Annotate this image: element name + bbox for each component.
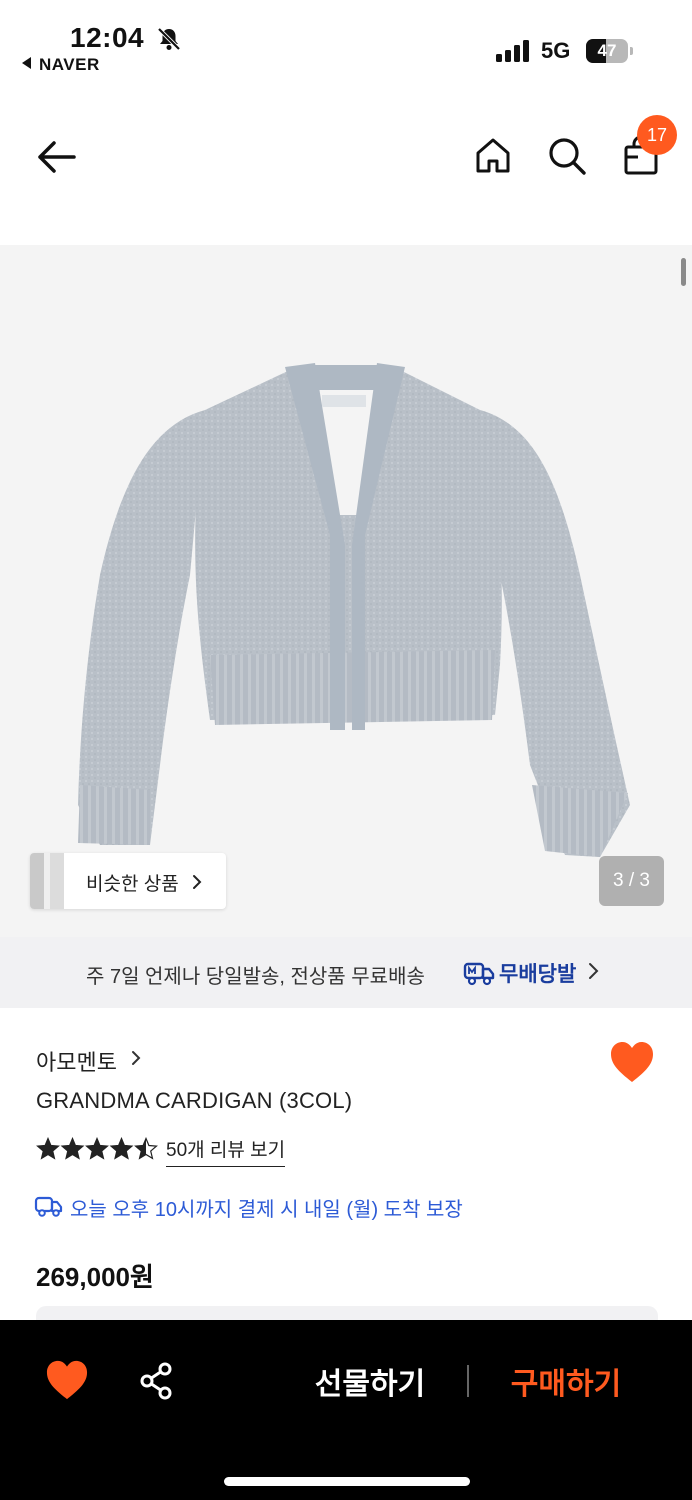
buy-button[interactable]: 구매하기 xyxy=(496,1358,636,1404)
chevron-right-icon xyxy=(132,1051,141,1065)
back-button[interactable] xyxy=(30,135,82,179)
arrow-left-icon xyxy=(38,141,76,173)
product-image-gallery[interactable] xyxy=(0,245,692,937)
home-icon xyxy=(476,138,510,173)
scroll-indicator xyxy=(681,258,686,286)
similar-products-label: 비슷한 상품 xyxy=(86,874,179,895)
share-button[interactable] xyxy=(137,1360,177,1402)
product-title: GRANDMA CARDIGAN (3COL) xyxy=(36,1088,353,1113)
status-bar: 12:04 NAVER 5G 47 xyxy=(0,0,692,90)
star-icon xyxy=(62,1138,83,1159)
cellular-signal-icon xyxy=(496,40,529,62)
delivery-guarantee-text: 오늘 오후 10시까지 결제 시 내일 (월) 도착 보장 xyxy=(70,1199,463,1221)
free-shipping-badge: 무배당발 xyxy=(499,963,577,986)
heart-icon xyxy=(611,1042,653,1082)
delivery-truck-icon xyxy=(463,962,495,986)
battery-icon: 47 xyxy=(586,39,628,63)
chevron-right-icon xyxy=(589,963,599,979)
home-indicator[interactable] xyxy=(224,1477,470,1486)
status-time: 12:04 xyxy=(70,22,145,53)
shipping-banner-text: 주 7일 언제나 당일발송, 전상품 무료배송 xyxy=(86,966,425,988)
bottom-action-bar xyxy=(0,1320,692,1500)
star-icon xyxy=(111,1138,132,1159)
product-price: 269,000원 xyxy=(36,1262,154,1292)
bell-off-icon xyxy=(157,27,181,51)
bottom-wishlist-button[interactable] xyxy=(44,1359,90,1401)
product-photo-cardigan xyxy=(78,363,630,857)
chevron-right-icon xyxy=(193,875,202,889)
star-icon xyxy=(37,1138,59,1159)
network-type: 5G xyxy=(541,38,571,63)
brand-link[interactable]: 아모멘토 xyxy=(36,1045,117,1077)
home-button[interactable] xyxy=(470,133,516,179)
cart-count-badge: 17 xyxy=(637,115,677,155)
battery-cap xyxy=(630,47,633,55)
gift-button[interactable]: 선물하기 xyxy=(300,1358,440,1404)
back-app-label: NAVER xyxy=(39,55,100,74)
back-triangle-icon xyxy=(22,57,31,69)
delivery-truck-icon xyxy=(34,1196,63,1217)
battery-level: 47 xyxy=(597,41,617,60)
image-page-indicator: 3 / 3 xyxy=(599,856,664,906)
share-icon xyxy=(140,1362,172,1400)
rating-stars xyxy=(36,1137,158,1160)
star-icon xyxy=(86,1138,108,1159)
similar-product-thumbnail xyxy=(30,853,64,909)
bottom-bar-divider xyxy=(467,1365,469,1397)
search-icon xyxy=(549,138,586,175)
wishlist-heart-button[interactable] xyxy=(608,1040,656,1084)
search-button[interactable] xyxy=(544,133,590,179)
back-to-app-link[interactable]: NAVER xyxy=(22,55,100,75)
review-link[interactable]: 50개 리뷰 보기 xyxy=(166,1135,286,1167)
heart-icon xyxy=(46,1360,88,1400)
